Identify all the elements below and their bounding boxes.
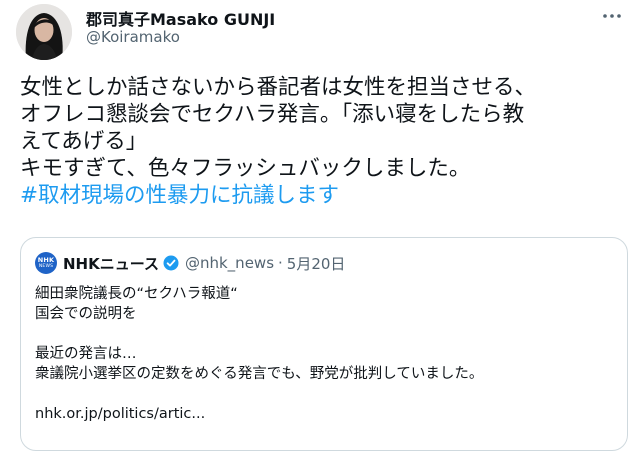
- avatar-photo: [16, 4, 72, 60]
- quote-line: [35, 384, 615, 404]
- quote-header: NHK NEWS NHKニュース @nhk_news · 5月20日: [35, 252, 345, 274]
- logo-subtext: NEWS: [38, 264, 54, 269]
- quote-line: 最近の発言は…: [35, 346, 137, 362]
- quote-author-handle[interactable]: @nhk_news: [185, 254, 274, 272]
- tweet-line: 女性としか話さないから番記者は女性を担当させる、: [20, 75, 537, 100]
- author-name[interactable]: 郡司真子Masako GUNJI: [86, 6, 275, 30]
- tweet-line: キモすぎて、色々フラッシュバックしました。: [20, 156, 471, 181]
- more-dots-icon: [603, 14, 621, 18]
- quote-body: 細田衆院議長の“セクハラ報道“ 国会での説明を 最近の発言は… 衆議院小選挙区の…: [35, 284, 615, 424]
- hashtag-link[interactable]: #取材現場の性暴力に抗議します: [20, 182, 632, 209]
- logo-text: NHK: [37, 256, 55, 264]
- separator-dot: ·: [278, 254, 283, 272]
- more-options-button[interactable]: [598, 4, 626, 28]
- tweet-text: 女性としか話さないから番記者は女性を担当させる、 オフレコ懇談会でセクハラ発言。…: [20, 74, 632, 209]
- quote-date[interactable]: 5月20日: [287, 253, 346, 274]
- quote-link[interactable]: nhk.or.jp/politics/artic...: [35, 404, 615, 424]
- quote-line: 衆議院小選挙区の定数をめぐる発言でも、野党が批判していました。: [35, 366, 484, 382]
- verified-badge-icon: [163, 255, 179, 271]
- tweet: 郡司真子Masako GUNJI @Koiramako 女性としか話さないから番…: [0, 0, 640, 451]
- tweet-line: えてあげる」: [20, 129, 148, 154]
- tweet-line: オフレコ懇談会でセクハラ発言。「添い寝をしたら教: [20, 102, 525, 127]
- quote-line: 細田衆院議長の“セクハラ報道“: [35, 286, 238, 302]
- avatar[interactable]: [16, 4, 72, 60]
- quote-line: [35, 324, 615, 344]
- author-handle[interactable]: @Koiramako: [86, 28, 180, 46]
- quote-tweet-card[interactable]: NHK NEWS NHKニュース @nhk_news · 5月20日 細田衆院議…: [20, 237, 628, 451]
- quote-author-name[interactable]: NHKニュース: [63, 253, 159, 274]
- quote-line: 国会での説明を: [35, 306, 137, 322]
- nhk-news-logo[interactable]: NHK NEWS: [35, 252, 57, 274]
